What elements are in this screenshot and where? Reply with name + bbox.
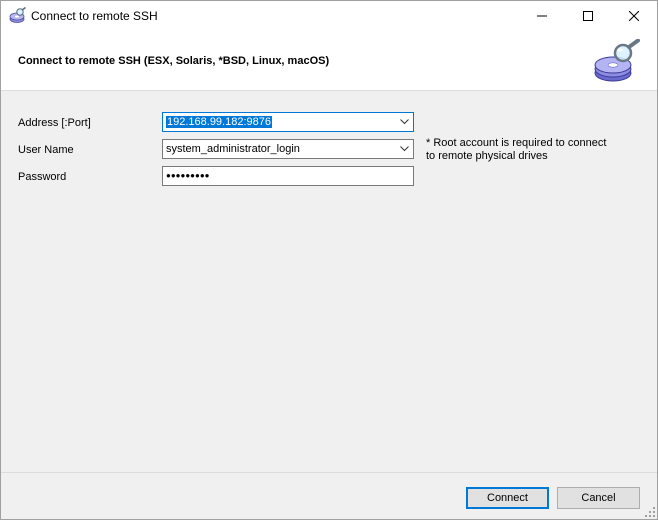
header-title: Connect to remote SSH (ESX, Solaris, *BS…	[18, 55, 330, 67]
note-line-2: to remote physical drives	[426, 150, 548, 162]
disk-search-icon	[594, 39, 640, 82]
address-value-wrapper: 192.168.99.182:9876	[166, 116, 272, 128]
dialog-header: Connect to remote SSH (ESX, Solaris, *BS…	[1, 31, 657, 91]
username-dropdown-button[interactable]	[397, 140, 411, 158]
window-title: Connect to remote SSH	[31, 9, 158, 23]
password-field[interactable]: ●●●●●●●●●	[162, 166, 414, 186]
username-combobox[interactable]: system_administrator_login	[162, 139, 414, 159]
note-line-1: * Root account is required to connect	[426, 137, 607, 149]
close-button[interactable]	[611, 1, 657, 31]
connect-button[interactable]: Connect	[466, 487, 549, 509]
address-label: Address [:Port]	[18, 117, 91, 129]
footer-divider	[1, 472, 657, 473]
minimize-icon	[537, 15, 547, 17]
address-combobox[interactable]: 192.168.99.182:9876	[162, 112, 414, 132]
password-value: ●●●●●●●●●	[166, 171, 210, 180]
address-value: 192.168.99.182:9876	[166, 116, 272, 128]
resize-grip-icon[interactable]	[645, 507, 655, 517]
username-label: User Name	[18, 144, 74, 156]
title-bar[interactable]: Connect to remote SSH	[1, 1, 657, 31]
close-icon	[629, 11, 639, 21]
username-value: system_administrator_login	[166, 143, 300, 155]
cancel-button[interactable]: Cancel	[557, 487, 640, 509]
root-account-note: * Root account is required to connect to…	[426, 137, 606, 163]
dialog-window: Connect to remote SSH Connect to remote …	[0, 0, 658, 520]
maximize-button[interactable]	[565, 1, 611, 31]
app-icon	[9, 7, 26, 23]
password-label: Password	[18, 171, 67, 183]
address-dropdown-button[interactable]	[397, 113, 411, 131]
chevron-down-icon	[399, 146, 409, 152]
chevron-down-icon	[399, 119, 409, 125]
maximize-icon	[583, 11, 593, 21]
minimize-button[interactable]	[519, 1, 565, 31]
